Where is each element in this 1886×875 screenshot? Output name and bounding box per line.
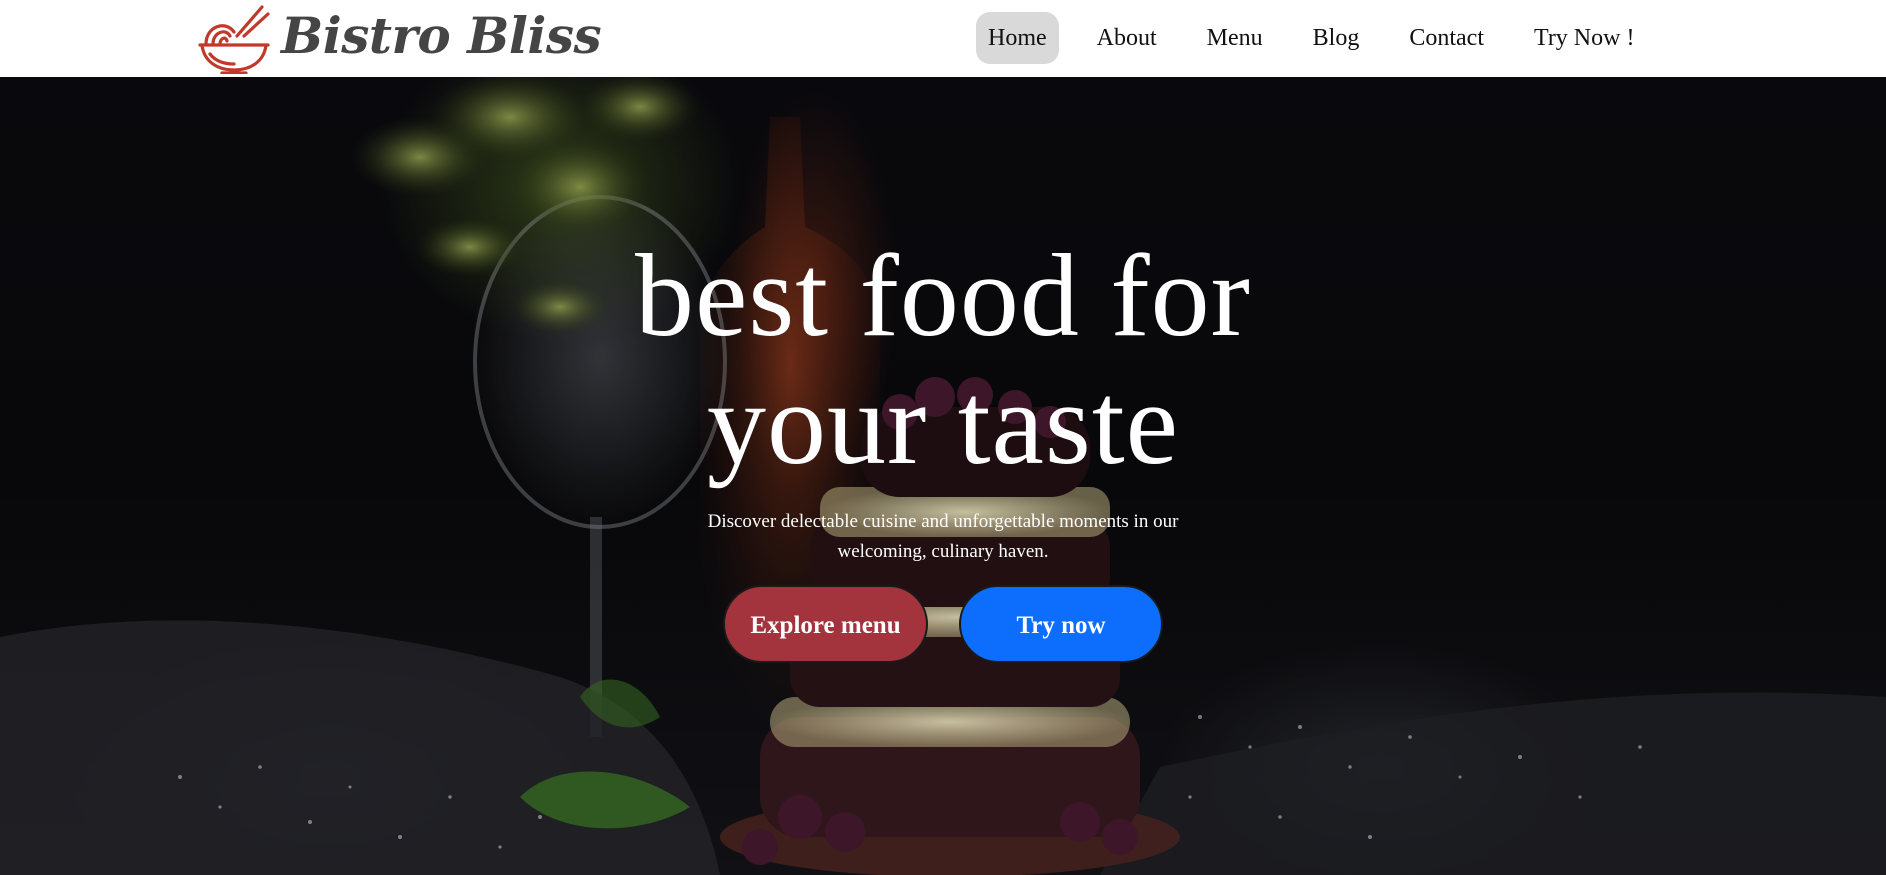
try-now-button[interactable]: Try now [959,585,1163,663]
hero-title: best food for your taste [543,232,1343,488]
hero-subtitle-line-2: welcoming, culinary haven. [837,541,1049,562]
hero-title-line-2: your taste [706,358,1180,489]
brand-name: Bistro Bliss [281,6,602,65]
nav-item-about: About [1085,12,1169,64]
hero-subtitle-line-1: Discover delectable cuisine and unforget… [707,511,1179,532]
nav-link-about[interactable]: About [1085,12,1169,64]
top-navbar: Bistro Bliss Home About Menu Blog Contac… [0,0,1886,77]
hero-subtitle: Discover delectable cuisine and unforget… [683,507,1203,567]
nav-item-menu: Menu [1195,12,1275,64]
noodle-bowl-icon [198,5,270,74]
nav-link-blog[interactable]: Blog [1301,12,1372,64]
nav-link-home[interactable]: Home [976,12,1059,64]
hero-title-line-1: best food for [635,230,1251,361]
explore-menu-button[interactable]: Explore menu [723,585,928,663]
nav-item-try-now: Try Now ! [1522,12,1646,64]
nav-item-home: Home [976,12,1059,64]
brand-link[interactable]: Bistro Bliss [196,2,602,74]
hero-section: best food for your taste Discover delect… [0,77,1886,875]
hero-content: best food for your taste Discover delect… [0,77,1886,875]
nav-item-blog: Blog [1301,12,1372,64]
nav-menu: Home About Menu Blog Contact Try Now ! [976,12,1646,64]
nav-item-contact: Contact [1397,12,1496,64]
nav-link-menu[interactable]: Menu [1195,12,1275,64]
nav-link-try-now[interactable]: Try Now ! [1522,12,1646,64]
nav-link-contact[interactable]: Contact [1397,12,1496,64]
